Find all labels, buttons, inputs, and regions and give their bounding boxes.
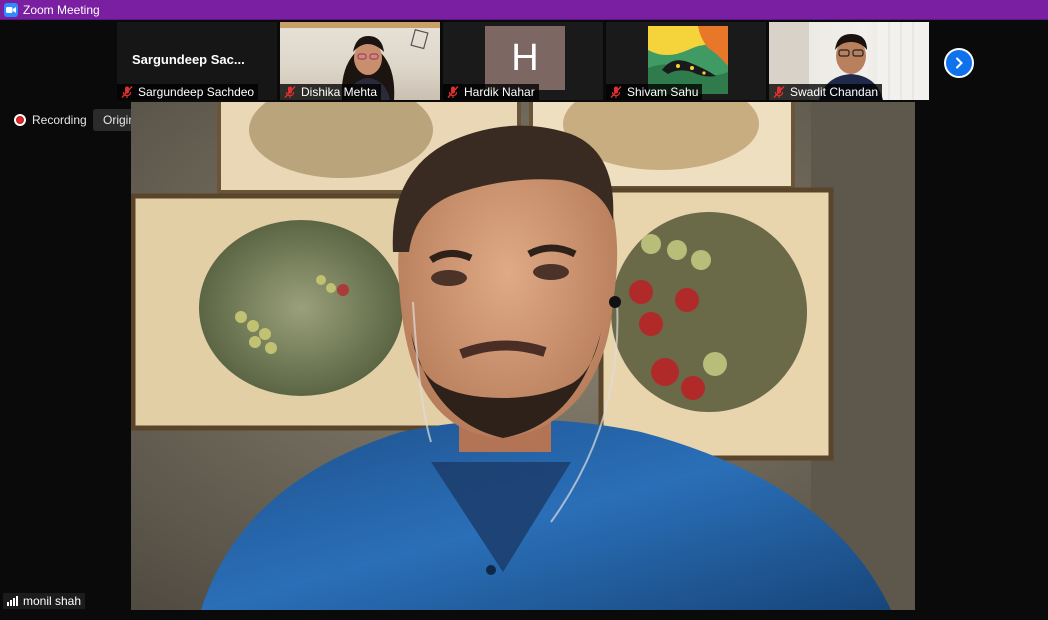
participant-name: Shivam Sahu — [627, 85, 699, 99]
participant-display-name: Sargundeep Sac... — [132, 52, 245, 67]
participant-tile-swadit[interactable]: Swadit Chandan — [769, 22, 929, 100]
recording-label: Recording — [32, 113, 87, 127]
signal-strength-icon — [7, 596, 18, 606]
speaker-video-frame — [131, 102, 915, 610]
window-title: Zoom Meeting — [23, 2, 100, 17]
participant-name-bar: Swadit Chandan — [769, 84, 883, 100]
mic-off-icon — [773, 86, 785, 98]
participant-name-bar: Shivam Sahu — [606, 84, 703, 100]
recording-indicator[interactable]: Recording — [14, 113, 87, 127]
participant-name: Sargundeep Sachdeo — [138, 85, 255, 99]
participant-tile-sargundeep[interactable]: Sargundeep Sac... Sargundeep Sachdeo — [117, 22, 277, 100]
mic-off-icon — [284, 86, 296, 98]
zoom-logo-icon — [4, 2, 18, 17]
avatar: H — [485, 26, 565, 90]
mic-off-icon — [610, 86, 622, 98]
next-page-button[interactable] — [944, 48, 974, 78]
participant-tile-shivam[interactable]: Shivam Sahu — [606, 22, 766, 100]
participant-name: Swadit Chandan — [790, 85, 879, 99]
mic-off-icon — [447, 86, 459, 98]
participant-name-bar: Sargundeep Sachdeo — [117, 84, 259, 100]
participant-name-bar: Dishika Mehta — [280, 84, 382, 100]
chevron-right-icon — [956, 57, 963, 69]
recording-dot-icon — [14, 114, 26, 126]
participant-tile-hardik[interactable]: H Hardik Nahar — [443, 22, 603, 100]
mic-off-icon — [121, 86, 133, 98]
active-speaker-video — [131, 102, 915, 610]
participant-name: Dishika Mehta — [301, 85, 378, 99]
title-bar: Zoom Meeting — [0, 0, 1048, 20]
active-speaker-name: monil shah — [23, 594, 82, 608]
active-speaker-name-label: monil shah — [3, 593, 86, 609]
participant-tile-dishika[interactable]: Dishika Mehta — [280, 22, 440, 100]
participant-name: Hardik Nahar — [464, 85, 535, 99]
participant-name-bar: Hardik Nahar — [443, 84, 539, 100]
